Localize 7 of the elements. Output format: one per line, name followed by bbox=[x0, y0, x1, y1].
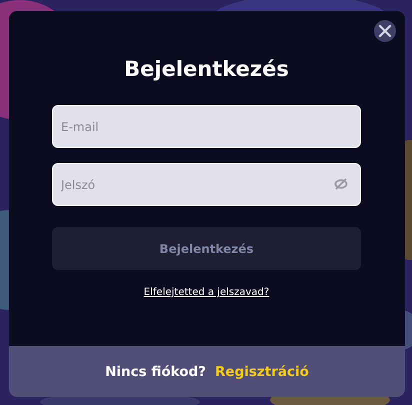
close-button[interactable] bbox=[374, 20, 396, 42]
close-icon bbox=[378, 24, 392, 38]
register-link[interactable]: Regisztráció bbox=[215, 364, 309, 380]
email-field[interactable]: E-mail bbox=[52, 105, 361, 148]
dialog-title: Bejelentkezés bbox=[124, 56, 289, 83]
forgot-password-link[interactable]: Elfelejtetted a jelszavad? bbox=[144, 287, 270, 298]
footer-text: Nincs fiókod? bbox=[105, 364, 206, 380]
